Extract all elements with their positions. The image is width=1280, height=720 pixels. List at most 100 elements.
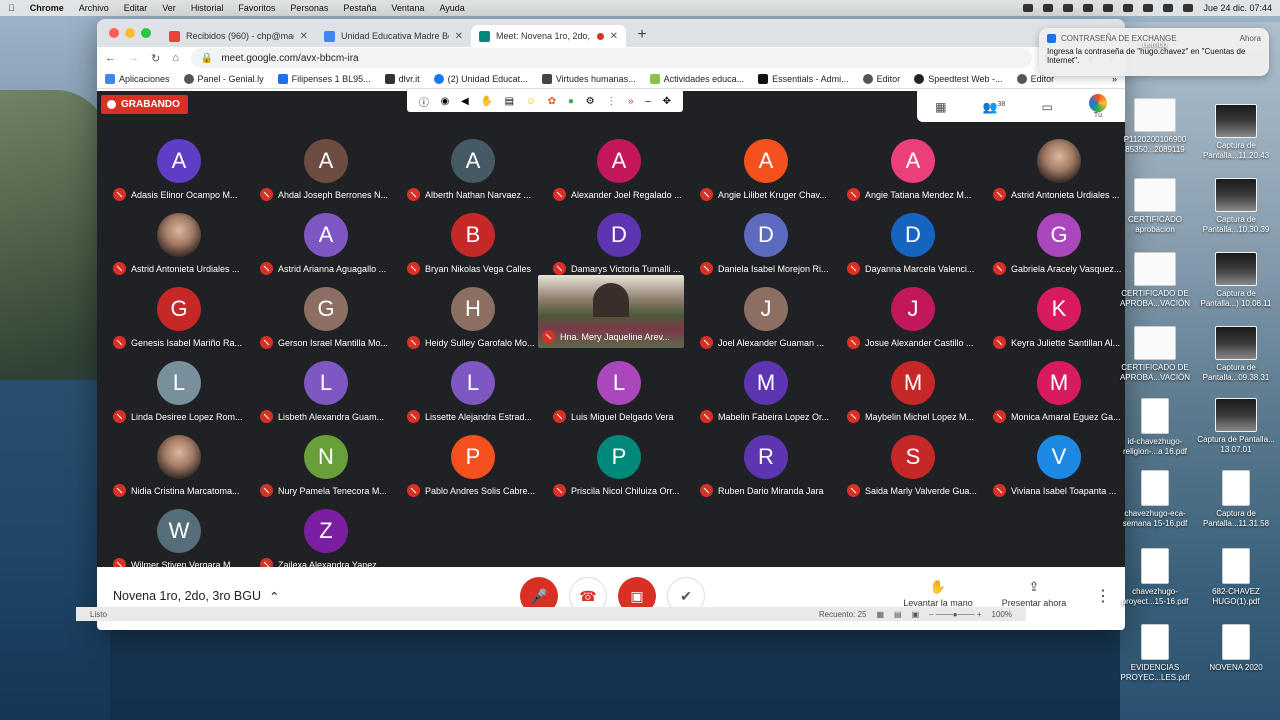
move-icon[interactable]: ✥ — [663, 96, 671, 107]
participant-tile[interactable]: S Saida Marly Valverde Gua... — [839, 425, 985, 499]
participant-tile[interactable]: P Pablo Andres Solis Cabre... — [399, 425, 545, 499]
bookmark-item[interactable]: Essentials - Admi... — [758, 73, 849, 84]
eye-icon[interactable]: ◉ — [441, 96, 450, 107]
speaker-icon[interactable]: ◀ — [461, 96, 469, 107]
tab-gmail[interactable]: Recibidos (960) - chp@madre ✕ — [161, 25, 316, 47]
participant-tile[interactable]: G Genesis Isabel Mariño Ra... — [105, 277, 251, 351]
participant-tile[interactable]: B Bryan Nikolas Vega Calles — [399, 203, 545, 277]
minimize-icon[interactable]: – — [645, 96, 651, 107]
home-icon[interactable]: ⌂ — [172, 52, 179, 64]
participant-tile[interactable]: M Monica Amaral Eguez Ga... — [985, 351, 1125, 425]
settings-icon[interactable]: ⚙ — [586, 96, 595, 107]
participant-tile[interactable]: A Ahdal Joseph Berrones N... — [252, 129, 398, 203]
participant-tile[interactable]: R Ruben Dario Miranda Jara — [692, 425, 838, 499]
participant-tile[interactable]: M Maybelin Michel Lopez M... — [839, 351, 985, 425]
participant-tile[interactable]: A Astrid Arianna Aguagallo ... — [252, 203, 398, 277]
menu-pestana[interactable]: Pestaña — [343, 3, 376, 13]
menu-ventana[interactable]: Ventana — [391, 3, 424, 13]
bookmark-item[interactable]: Virtudes humanas... — [541, 73, 636, 84]
participant-tile[interactable]: N Nury Pamela Tenecora M... — [252, 425, 398, 499]
desktop-file-icon[interactable]: CERTIFICADO DE APROBA...VACIÓN — [1115, 326, 1195, 383]
raise-hand-button[interactable]: ✋ Levantar la mano — [898, 579, 978, 608]
participant-tile[interactable]: M Mabelin Fabeira Lopez Or... — [692, 351, 838, 425]
reload-icon[interactable]: ↻ — [151, 52, 160, 65]
shield-icon[interactable] — [1083, 4, 1094, 12]
video-tile[interactable]: Hna. Mery Jaqueline Arev... — [538, 275, 684, 348]
desktop-file-icon[interactable]: EVIDENCIAS PROYEC...LES.pdf — [1115, 624, 1195, 683]
bookmark-item[interactable]: Actividades educa... — [649, 73, 744, 84]
desktop-file-icon[interactable]: chavezhugo-proyect...15-16.pdf — [1115, 548, 1195, 607]
bookmark-item[interactable]: (2) Unidad Educat... — [433, 73, 528, 84]
desktop-file-icon[interactable]: NOVENA 2020 — [1196, 624, 1276, 673]
menu-app-name[interactable]: Chrome — [30, 3, 64, 13]
grid-view-icon[interactable]: ▦ — [935, 100, 946, 114]
tab-unidad[interactable]: Unidad Educativa Madre Berna ✕ — [316, 25, 471, 47]
participant-tile[interactable]: A Alberth Nathan Narvaez ... — [399, 129, 545, 203]
menu-personas[interactable]: Personas — [290, 3, 328, 13]
forward-icon[interactable]: » — [628, 96, 634, 107]
participant-tile[interactable]: J Joel Alexander Guaman ... — [692, 277, 838, 351]
battery-icon[interactable] — [1123, 4, 1134, 12]
chat-icon[interactable]: ● — [568, 96, 574, 107]
menu-historial[interactable]: Historial — [191, 3, 224, 13]
meeting-details-button[interactable]: Novena 1ro, 2do, 3ro BGU ⌃ — [113, 589, 279, 604]
participant-tile[interactable]: V Viviana Isabel Toapanta ... — [985, 425, 1125, 499]
bookmark-item[interactable]: Aplicaciones — [105, 73, 170, 84]
desktop-file-icon[interactable]: Captura de Pantalla...09.38.31 — [1196, 326, 1276, 383]
participant-tile[interactable]: Nidia Cristina Marcatoma... — [105, 425, 251, 499]
view-layout-icon[interactable]: ▤ — [894, 610, 902, 619]
notification-banner[interactable]: CONTRASEÑA DE EXCHANGE Ahora Ingresa la … — [1039, 28, 1269, 76]
participant-tile[interactable]: W Wilmer Stiven Vergara M... — [105, 499, 251, 573]
participant-tile[interactable]: G Gerson Israel Mantilla Mo... — [252, 277, 398, 351]
info-icon[interactable]: ⓘ — [419, 94, 429, 109]
participant-tile[interactable]: J Josue Alexander Castillo ... — [839, 277, 985, 351]
participant-tile[interactable]: Astrid Antonieta Urdiales ... — [985, 129, 1125, 203]
desktop-file-icon[interactable]: id-chavezhugo-religion-...a 16.pdf — [1115, 398, 1195, 457]
desktop-file-icon[interactable]: chavezhugo-eca-semana 15-16.pdf — [1115, 470, 1195, 529]
cloud-icon[interactable] — [1023, 4, 1034, 12]
desktop-file-icon[interactable]: 682-CHAVEZ HUGO(1).pdf — [1196, 548, 1276, 607]
chat-icon[interactable]: ▭ — [1041, 100, 1052, 114]
bookmark-item[interactable]: Filipenses 1 BL95... — [277, 73, 371, 84]
more-vert-icon[interactable]: ⋮ — [606, 96, 616, 107]
desktop-file-icon[interactable]: Captura de Pantalla...10.30.39 — [1196, 178, 1276, 235]
participant-tile[interactable]: L Lisbeth Alexandra Guam... — [252, 351, 398, 425]
menubar-clock[interactable]: Jue 24 dic. 07:44 — [1203, 3, 1272, 13]
participant-tile[interactable]: H Heidy Sulley Garofalo Mo... — [399, 277, 545, 351]
wifi-icon[interactable] — [1143, 4, 1154, 12]
control-center-icon[interactable] — [1183, 4, 1194, 12]
self-avatar[interactable]: Tú — [1088, 94, 1107, 119]
zoom-window-icon[interactable] — [141, 28, 151, 38]
lock-icon[interactable] — [1103, 4, 1114, 12]
view-pagebreak-icon[interactable]: ▣ — [912, 610, 920, 619]
bookmark-item[interactable]: Editor — [862, 73, 900, 84]
present-now-button[interactable]: ⇪ Presentar ahora — [994, 579, 1074, 608]
bookmark-item[interactable]: Panel - Genial.ly — [183, 73, 264, 84]
participant-tile[interactable]: L Luis Miguel Delgado Vera — [545, 351, 691, 425]
tab-meet[interactable]: Meet: Novena 1ro, 2do, 3ro ✕ — [471, 25, 626, 47]
participant-tile[interactable]: A Angie Tatiana Mendez M... — [839, 129, 985, 203]
participant-tile[interactable]: A Alexander Joel Regalado ... — [545, 129, 691, 203]
participant-tile[interactable]: D Damarys Victoria Tumalli ... — [545, 203, 691, 277]
close-window-icon[interactable] — [109, 28, 119, 38]
menu-archivo[interactable]: Archivo — [79, 3, 109, 13]
participant-tile[interactable]: A Angie Lilibet Kruger Chav... — [692, 129, 838, 203]
forward-icon[interactable]: → — [128, 52, 139, 64]
participant-tile[interactable]: K Keyra Juliette Santillan Al... — [985, 277, 1125, 351]
cloud-icon-3[interactable] — [1063, 4, 1074, 12]
people-button[interactable]: 👥38 — [983, 100, 1006, 114]
close-tab-icon[interactable]: ✕ — [610, 31, 618, 42]
participant-tile[interactable]: L Lissette Alejandra Estrad... — [399, 351, 545, 425]
participant-tile[interactable]: P Priscila Nicol Chiluiza Orr... — [545, 425, 691, 499]
list-icon[interactable]: ▤ — [505, 96, 514, 107]
bookmark-item[interactable]: dlvr.it — [384, 73, 420, 84]
hand-icon[interactable]: ✋ — [480, 96, 492, 107]
menu-ayuda[interactable]: Ayuda — [439, 3, 464, 13]
search-icon[interactable] — [1163, 4, 1174, 12]
close-tab-icon[interactable]: ✕ — [300, 31, 308, 42]
menu-favoritos[interactable]: Favoritos — [238, 3, 275, 13]
menu-ver[interactable]: Ver — [162, 3, 176, 13]
badge-icon[interactable]: ✿ — [548, 96, 556, 107]
desktop-file-icon[interactable]: Captura de Pantalla...) 10.08.11 — [1196, 252, 1276, 309]
zoom-slider[interactable]: – ───●─── + — [929, 610, 981, 619]
